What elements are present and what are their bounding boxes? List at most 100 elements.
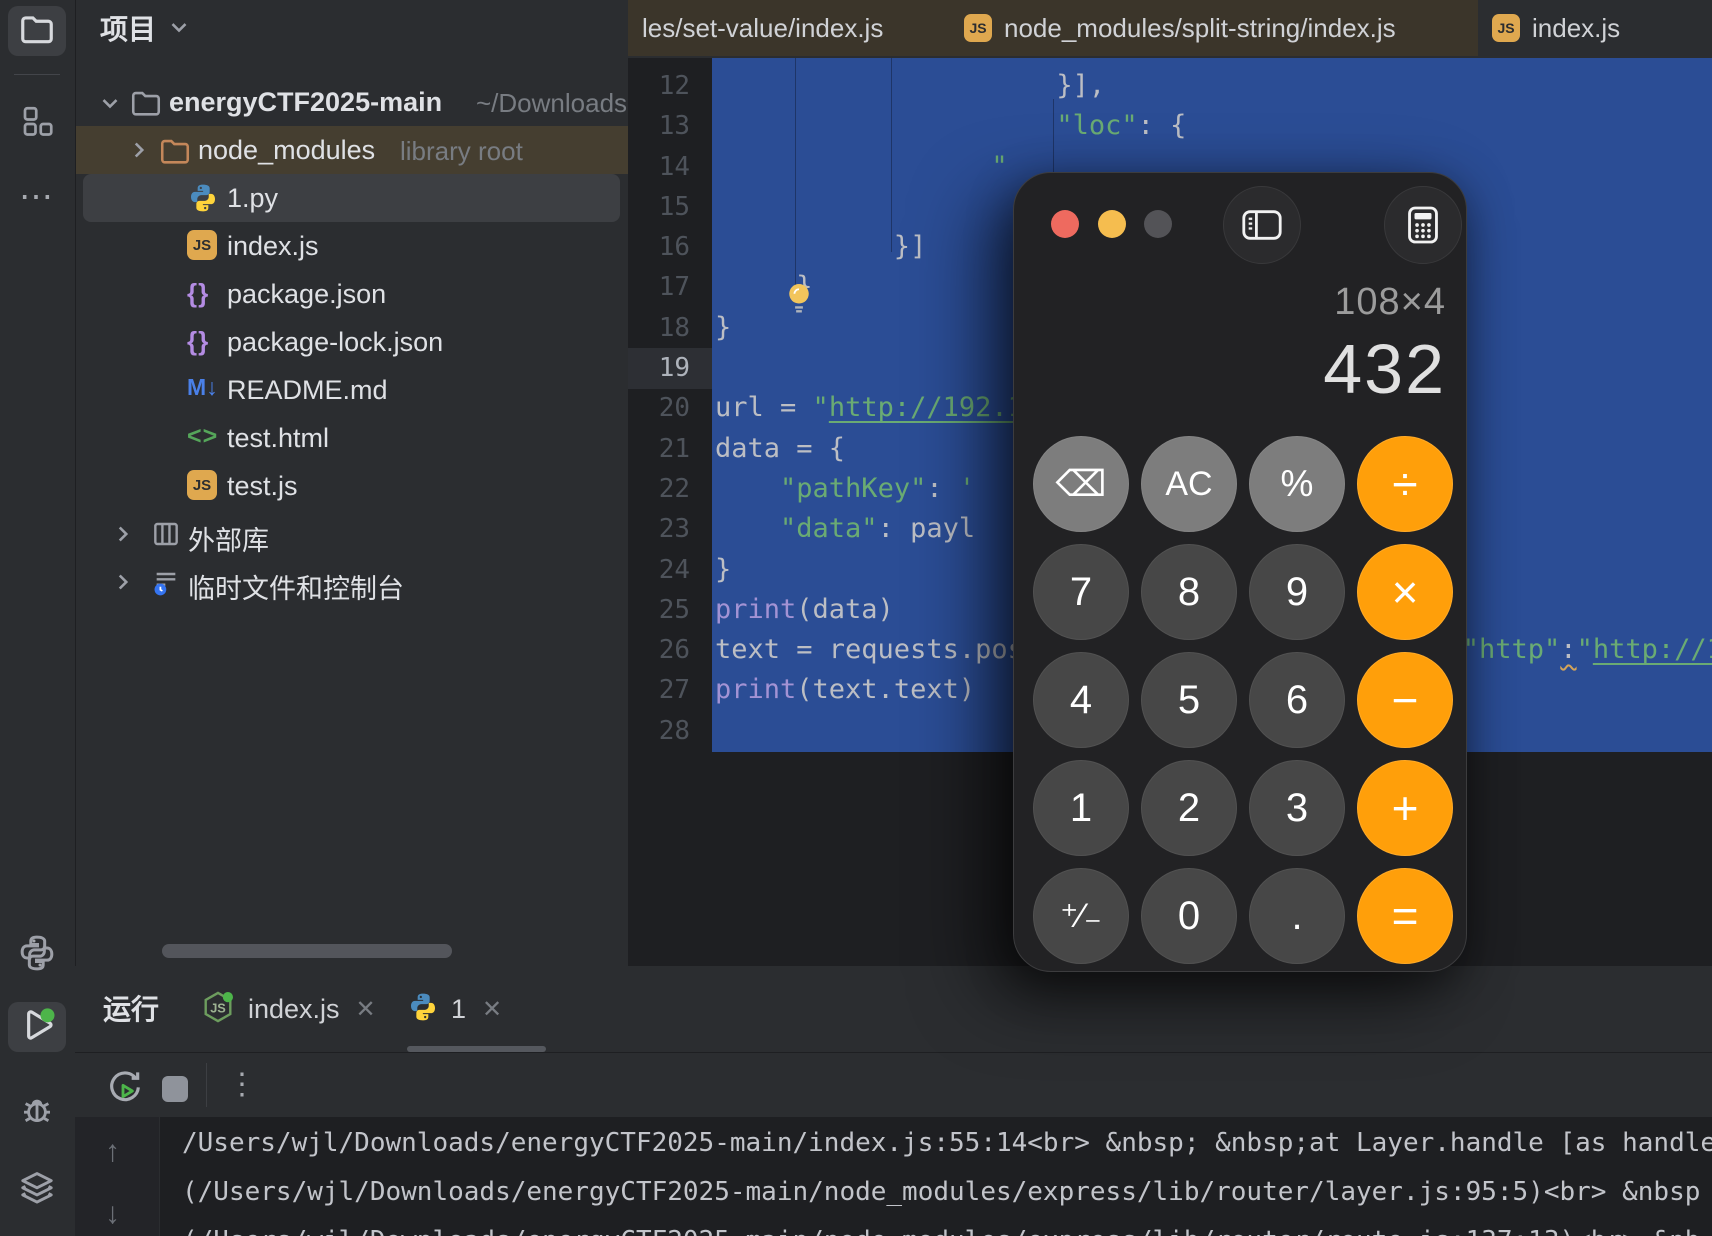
key-minus[interactable]: − xyxy=(1357,652,1453,748)
line-numbers: 1213141516171819202122232425262728 xyxy=(628,66,690,751)
nodejs-icon: JS xyxy=(200,989,236,1030)
code-token: ' xyxy=(959,473,975,504)
editor-tab-index-js[interactable]: JSindex.js xyxy=(1478,0,1712,56)
key-ac[interactable]: AC xyxy=(1141,436,1237,532)
key-digit-2[interactable]: 2 xyxy=(1141,760,1237,856)
key-digit-7[interactable]: 7 xyxy=(1033,544,1129,640)
zoom-button[interactable] xyxy=(1144,210,1172,238)
toolbar-button-project-folder[interactable] xyxy=(8,6,66,56)
intention-bulb-icon[interactable] xyxy=(786,282,812,316)
line-number-21: 21 xyxy=(628,429,690,469)
sidebar-toggle-button[interactable] xyxy=(1223,186,1301,264)
arrow-up-icon[interactable]: ↑ xyxy=(105,1135,120,1169)
project-panel-hscrollbar[interactable] xyxy=(162,944,452,958)
line-number-23: 23 xyxy=(628,509,690,549)
key-digit-9[interactable]: 9 xyxy=(1249,544,1345,640)
line-number-28: 28 xyxy=(628,711,690,751)
key-digit-8[interactable]: 8 xyxy=(1141,544,1237,640)
more-options-icon[interactable]: ⋮ xyxy=(227,1057,257,1113)
key-backspace[interactable]: ⌫ xyxy=(1033,436,1129,532)
run-tab-index.js[interactable]: JSindex.js✕ xyxy=(200,966,390,1052)
toolbar-divider xyxy=(14,74,60,75)
run-tool-window: 运行 JSindex.js✕1✕ ⋮ ↑ ↓ /Users/wjl/Downlo… xyxy=(75,966,1712,1236)
tree-row-外部库[interactable]: 外部库 xyxy=(75,510,628,558)
toolbar-button-python[interactable] xyxy=(8,930,66,980)
tree-row-energyCTF2025-main[interactable]: energyCTF2025-main~/Downloads xyxy=(75,78,628,126)
toolbar-button-more-dots[interactable]: ⋯ xyxy=(8,172,66,222)
key-digit-3[interactable]: 3 xyxy=(1249,760,1345,856)
minimize-button[interactable] xyxy=(1098,210,1126,238)
tree-row-node_modules[interactable]: node_moduleslibrary root xyxy=(75,126,628,174)
tree-item-label: test.js xyxy=(227,471,298,502)
rerun-button[interactable] xyxy=(105,1068,145,1113)
stop-button[interactable] xyxy=(162,1076,188,1102)
code-token xyxy=(715,110,1056,141)
code-token: }], xyxy=(715,70,1105,101)
tree-item-label: 外部库 xyxy=(188,519,269,558)
tree-item-label: test.html xyxy=(227,423,329,454)
console-line: (/Users/wjl/Downloads/energyCTF2025-main… xyxy=(182,1217,1712,1236)
chevron-down-icon[interactable] xyxy=(166,13,192,44)
key-decimal[interactable]: . xyxy=(1249,868,1345,964)
line-number-16: 16 xyxy=(628,227,690,267)
close-button[interactable] xyxy=(1051,210,1079,238)
tree-row-README.md[interactable]: M↓README.md xyxy=(75,366,628,414)
chevron-right-icon[interactable] xyxy=(110,569,136,600)
toolbar-button-structure[interactable] xyxy=(8,98,66,148)
editor-tab-les-set-value-index-js[interactable]: les/set-value/index.js xyxy=(628,0,950,56)
console-output[interactable]: /Users/wjl/Downloads/energyCTF2025-main/… xyxy=(182,1119,1712,1236)
close-icon[interactable]: ✕ xyxy=(356,995,376,1024)
library-icon xyxy=(150,518,182,550)
console: ↑ ↓ /Users/wjl/Downloads/energyCTF2025-m… xyxy=(75,1117,1712,1236)
toolbar-button-debug[interactable] xyxy=(8,1086,66,1136)
tree-row-package.json[interactable]: {}package.json xyxy=(75,270,628,318)
code-token: data = { xyxy=(715,433,845,464)
arrow-down-icon[interactable]: ↓ xyxy=(105,1197,120,1231)
key-multiply[interactable]: × xyxy=(1357,544,1453,640)
debug-icon xyxy=(18,1090,56,1133)
toolbar-button-services[interactable] xyxy=(8,1164,66,1214)
chevron-down-icon[interactable] xyxy=(97,89,123,120)
key-equals[interactable]: = xyxy=(1357,868,1453,964)
key-digit-0[interactable]: 0 xyxy=(1141,868,1237,964)
project-tool-window: 项目 energyCTF2025-main~/Downloadsnode_mod… xyxy=(75,0,628,966)
folder-orange-icon xyxy=(158,134,192,168)
tree-row-index.js[interactable]: JSindex.js xyxy=(75,222,628,270)
console-line: /Users/wjl/Downloads/energyCTF2025-main/… xyxy=(182,1119,1712,1168)
toolbar-button-run[interactable] xyxy=(8,1002,66,1052)
code-token: } xyxy=(715,554,731,585)
editor-tab-node-modules-split-string-index-js[interactable]: JSnode_modules/split-string/index.js xyxy=(950,0,1478,56)
calculator-mode-button[interactable] xyxy=(1384,186,1462,264)
chevron-right-icon[interactable] xyxy=(126,137,152,168)
tree-row-临时文件和控制台[interactable]: 临时文件和控制台 xyxy=(75,558,628,606)
key-plus[interactable]: + xyxy=(1357,760,1453,856)
tree-row-test.js[interactable]: JStest.js xyxy=(75,462,628,510)
key-digit-1[interactable]: 1 xyxy=(1033,760,1129,856)
tree-item-label: package.json xyxy=(227,279,386,310)
tree-item-suffix: ~/Downloads xyxy=(183,88,627,119)
key-divide[interactable]: ÷ xyxy=(1357,436,1453,532)
close-icon[interactable]: ✕ xyxy=(482,995,502,1024)
tree-row-test.html[interactable]: <>test.html xyxy=(75,414,628,462)
code-token: : { xyxy=(1138,110,1187,141)
key-digit-4[interactable]: 4 xyxy=(1033,652,1129,748)
run-tab-1[interactable]: 1✕ xyxy=(407,966,546,1052)
line-number-14: 14 xyxy=(628,147,690,187)
line-number-20: 20 xyxy=(628,388,690,428)
code-token: " xyxy=(1577,634,1593,665)
markdown-icon: M↓ xyxy=(187,374,218,401)
key-row: 789× xyxy=(1033,544,1453,640)
tree-row-package-lock.json[interactable]: {}package-lock.json xyxy=(75,318,628,366)
code-token: http://1 xyxy=(1593,634,1712,665)
key-plus-minus[interactable]: ⁺⁄₋ xyxy=(1033,868,1129,964)
key-digit-5[interactable]: 5 xyxy=(1141,652,1237,748)
tree-row-1.py[interactable]: 1.py xyxy=(83,174,620,222)
project-header[interactable]: 项目 xyxy=(100,8,192,48)
key-percent[interactable]: % xyxy=(1249,436,1345,532)
js-icon: JS xyxy=(187,230,217,260)
key-row: 456− xyxy=(1033,652,1453,748)
code-line-13: "loc": { xyxy=(715,106,1712,146)
services-icon xyxy=(18,1168,56,1211)
key-digit-6[interactable]: 6 xyxy=(1249,652,1345,748)
chevron-right-icon[interactable] xyxy=(110,521,136,552)
